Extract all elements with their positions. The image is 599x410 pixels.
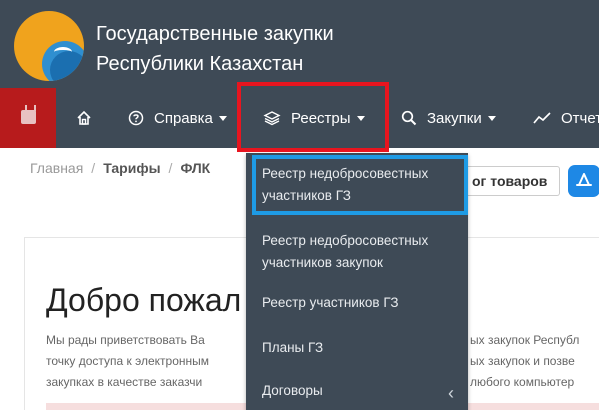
line-chart-icon <box>533 112 551 124</box>
chevron-left-icon: ‹ <box>448 383 454 403</box>
search-icon <box>401 110 417 126</box>
chevron-down-icon <box>487 115 496 121</box>
highlight-blue-box <box>252 155 468 215</box>
menu-item-plans-gz[interactable]: Планы ГЗ <box>262 337 323 359</box>
breadcrumb-flk[interactable]: ФЛК <box>180 160 210 176</box>
youtube-icon <box>21 105 36 124</box>
nav-purchases-label: Закупки <box>427 109 482 127</box>
youtube-button[interactable] <box>0 88 56 148</box>
site-title-line2: Республики Казахстан <box>96 53 304 75</box>
welcome-text-line: ых закупок Республ <box>470 333 580 347</box>
menu-item-unreliable-purchases[interactable]: Реестр недобросовестных участников закуп… <box>262 230 428 274</box>
menu-item-participants-gz[interactable]: Реестр участников ГЗ <box>262 292 399 314</box>
welcome-text-left: Мы рады приветствовать Ва точку доступа … <box>46 330 209 393</box>
home-icon <box>77 110 91 125</box>
site-header: Государственные закупки Республики Казах… <box>0 0 599 88</box>
breadcrumb: Главная / Тарифы / ФЛК <box>30 160 211 176</box>
chevron-down-icon <box>218 115 227 121</box>
catalog-button[interactable]: ог товаров <box>468 166 560 196</box>
menu-item-contracts[interactable]: Договоры <box>262 380 323 402</box>
question-circle-icon <box>128 110 144 126</box>
nav-help-label: Справка <box>154 109 213 127</box>
welcome-text-line: точку доступа к электронным <box>46 354 210 368</box>
highlight-red-box <box>237 82 389 152</box>
welcome-text-line: ых закупок и позве <box>470 354 575 368</box>
welcome-heading: Добро пожал <box>46 282 242 318</box>
welcome-text-line: любого компьютер <box>470 375 575 389</box>
breadcrumb-home[interactable]: Главная <box>30 160 83 176</box>
nav-reports-label: Отчет <box>561 109 599 127</box>
breadcrumb-tariffs[interactable]: Тарифы <box>103 160 160 176</box>
nav-help[interactable]: Справка <box>128 88 227 148</box>
nav-reports[interactable]: Отчет <box>533 88 599 148</box>
welcome-text-right: ых закупок Республ ых закупок и позве лю… <box>470 330 579 393</box>
site-logo[interactable] <box>14 11 84 81</box>
home-button[interactable] <box>76 88 102 148</box>
welcome-text-line: закупках в качестве заказчи <box>46 375 203 389</box>
site-title-line1: Государственные закупки <box>96 23 334 45</box>
welcome-text-line: Мы рады приветствовать Ва <box>46 333 205 347</box>
app-store-icon[interactable] <box>568 165 599 197</box>
nav-purchases[interactable]: Закупки <box>401 88 496 148</box>
site-title[interactable]: Государственные закупки Республики Казах… <box>96 19 334 79</box>
